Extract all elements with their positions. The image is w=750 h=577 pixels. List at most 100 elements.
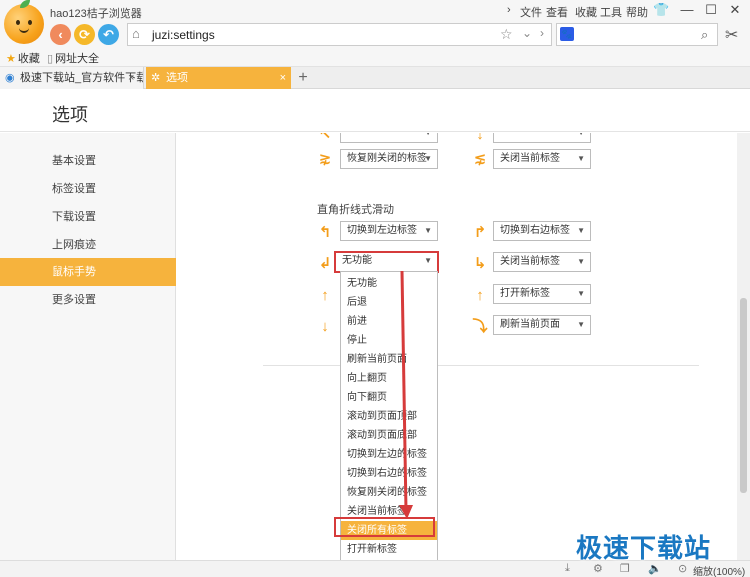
gesture-down-right-angle-icon: ↳ [473, 255, 487, 272]
dropdown-option[interactable]: 无功能 [341, 274, 437, 293]
gesture-zigzag-right-icon: ⋦ [473, 150, 487, 167]
dropdown-option[interactable]: 滚动到页面顶部 [341, 407, 437, 426]
sidebar-item-history[interactable]: 上网痕迹 [0, 231, 176, 259]
zoom-level[interactable]: 缩放(100%) [693, 563, 745, 577]
dropdown-option[interactable]: 滚动到页面底部 [341, 426, 437, 445]
section-title-right-angle: 直角折线式滑动 [317, 204, 394, 216]
undo-button[interactable]: ↶ [98, 24, 119, 45]
vertical-scrollbar[interactable] [737, 133, 750, 560]
tab-settings[interactable]: ✲ 选项 × [146, 67, 291, 89]
gesture-down-left-angle-icon: ↲ [318, 255, 332, 272]
gesture-down-turn-icon: ↓ [321, 318, 329, 335]
page-title: 选项 [52, 105, 88, 125]
gesture-zigzag-left-icon: ⋧ [318, 150, 332, 167]
chevron-down-icon: ▼ [577, 289, 585, 298]
search-icon[interactable]: ⌕ [701, 27, 708, 43]
bookmark-nav[interactable]: ▯ 网址大全 [47, 50, 99, 66]
go-icon[interactable]: › [540, 26, 544, 40]
gesture-up-left-icon: ↖ [318, 133, 332, 143]
minimize-icon[interactable]: — [679, 2, 695, 17]
sidebar-item-more[interactable]: 更多设置 [0, 286, 176, 314]
close-window-icon[interactable]: ✕ [727, 2, 743, 18]
star-icon: ★ [6, 53, 16, 65]
gesture-select-open-new[interactable]: 打开新标签 ▼ [493, 284, 591, 304]
bookmark-favorites[interactable]: ★ 收藏 [6, 50, 40, 66]
gesture-select-switch-right[interactable]: 切换到右边标签 ▼ [493, 221, 591, 241]
dropdown-option[interactable]: 切换到右边的标签 [341, 464, 437, 483]
dropdown-option[interactable]: 打开新标签 [341, 540, 437, 559]
chevron-down-icon: ▼ [424, 256, 432, 265]
gesture-select-close-current[interactable]: 关闭当前标签 ▼ [493, 149, 591, 169]
globe-icon: ◉ [5, 72, 15, 84]
gesture-settings-panel: ↖ ▼ ↓ ▼ ⋧ 恢复刚关闭的标签▼ ⋦ 关闭当前标签▼ 直角折线式滑动 ↰ … [177, 133, 737, 560]
dropdown-option[interactable]: 刷新当前页面 [341, 350, 437, 369]
download-icon[interactable]: ⤓ [565, 562, 570, 575]
gesture-select-switch-left[interactable]: 切换到左边标签 ▼ [340, 221, 438, 241]
gesture-up-right-angle-icon: ↱ [473, 224, 487, 241]
tab-bar: ◉ 极速下载站_官方软件下载_绿 ✲ 选项 × × + [0, 67, 750, 89]
gear-icon: ✲ [151, 72, 161, 84]
scroll-thumb[interactable] [740, 298, 747, 493]
app-title: hao123桔子浏览器 [50, 8, 142, 20]
sidebar-item-download[interactable]: 下载设置 [0, 203, 176, 231]
gesture-down-turn-icon-2: ⤵ [472, 318, 488, 335]
maximize-icon[interactable]: ☐ [703, 2, 719, 18]
dropdown-option[interactable]: 前进 [341, 312, 437, 331]
dropdown-option[interactable]: 切换到左边的标签 [341, 445, 437, 464]
app-logo [4, 0, 44, 44]
tab-download-site[interactable]: ◉ 极速下载站_官方软件下载_绿 [0, 67, 144, 89]
page-icon: ▯ [47, 53, 54, 65]
sidebar-item-mouse-gesture[interactable]: 鼠标手势 [0, 258, 176, 286]
search-engine-icon[interactable]: 🐾 [560, 27, 574, 41]
dropdown-option[interactable]: 向下翻页 [341, 388, 437, 407]
menu-help[interactable]: 帮助 [626, 4, 648, 20]
close-tab-icon[interactable]: × [128, 67, 144, 89]
dropdown-option[interactable]: 后退 [341, 293, 437, 312]
annotation-arrow [399, 270, 413, 519]
settings-sidebar: 基本设置 标签设置 下载设置 上网痕迹 鼠标手势 更多设置 [0, 133, 176, 560]
gesture-select-top-right[interactable]: ▼ [493, 133, 591, 143]
menu-arrow-icon[interactable]: › [507, 4, 511, 16]
settings-header: 选项 [0, 90, 750, 132]
sidebar-item-tabs[interactable]: 标签设置 [0, 175, 176, 203]
home-icon[interactable]: ⌂ [132, 27, 146, 41]
menu-favorites[interactable]: 收藏 [575, 4, 597, 20]
refresh-button[interactable]: ⟳ [74, 24, 95, 45]
dropdown-option[interactable]: 向上翻页 [341, 369, 437, 388]
menu-view[interactable]: 查看 [546, 4, 568, 20]
gesture-select-restore[interactable]: 恢复刚关闭的标签 ▼ [340, 149, 438, 169]
chevron-down-icon: ▼ [424, 154, 432, 163]
title-bar: hao123桔子浏览器 › 文件 查看 收藏 工具 帮助 👕 — ☐ ✕ ‹ ⟳… [0, 0, 750, 48]
divider [263, 365, 699, 366]
watermark: 极速下载站 [576, 533, 712, 563]
address-bar[interactable]: ⌂ juzi:settings ☆ ⌄ › [127, 23, 552, 46]
gesture-select-top-left[interactable]: ▼ [340, 133, 438, 143]
chevron-down-icon: ▼ [577, 257, 585, 266]
gesture-select-open[interactable]: 无功能 ▼ [334, 251, 439, 273]
new-tab-button[interactable]: + [293, 67, 313, 89]
chevron-down-icon[interactable]: ⌄ [522, 26, 532, 40]
gesture-up-left-angle-icon: ↰ [318, 224, 332, 241]
address-url[interactable]: juzi:settings [152, 28, 215, 42]
gesture-up-icon: ↑ [321, 287, 329, 304]
chevron-down-icon: ▼ [577, 226, 585, 235]
gesture-down-icon: ↓ [476, 133, 484, 143]
search-input[interactable]: 🐾 ⌕ [556, 23, 718, 46]
skin-icon[interactable]: 👕 [653, 2, 669, 18]
menu-file[interactable]: 文件 [520, 4, 542, 20]
dropdown-option[interactable]: 停止 [341, 331, 437, 350]
scissors-icon[interactable]: ✂ [725, 25, 738, 45]
highlight-box [334, 517, 435, 537]
sidebar-item-basic[interactable]: 基本设置 [0, 147, 176, 175]
gesture-select-close-current-2[interactable]: 关闭当前标签 ▼ [493, 252, 591, 272]
gesture-up-icon-2: ↑ [476, 287, 484, 304]
menu-tools[interactable]: 工具 [600, 4, 622, 20]
chevron-down-icon: ▼ [577, 154, 585, 163]
star-icon[interactable]: ☆ [500, 26, 513, 43]
gesture-select-refresh[interactable]: 刷新当前页面 ▼ [493, 315, 591, 335]
chevron-down-icon: ▼ [577, 320, 585, 329]
bookmarks-bar: ★ 收藏 ▯ 网址大全 [0, 48, 750, 67]
dropdown-option[interactable]: 恢复刚关闭的标签 [341, 483, 437, 502]
close-tab-icon[interactable]: × [280, 67, 286, 89]
back-button[interactable]: ‹ [50, 24, 71, 45]
